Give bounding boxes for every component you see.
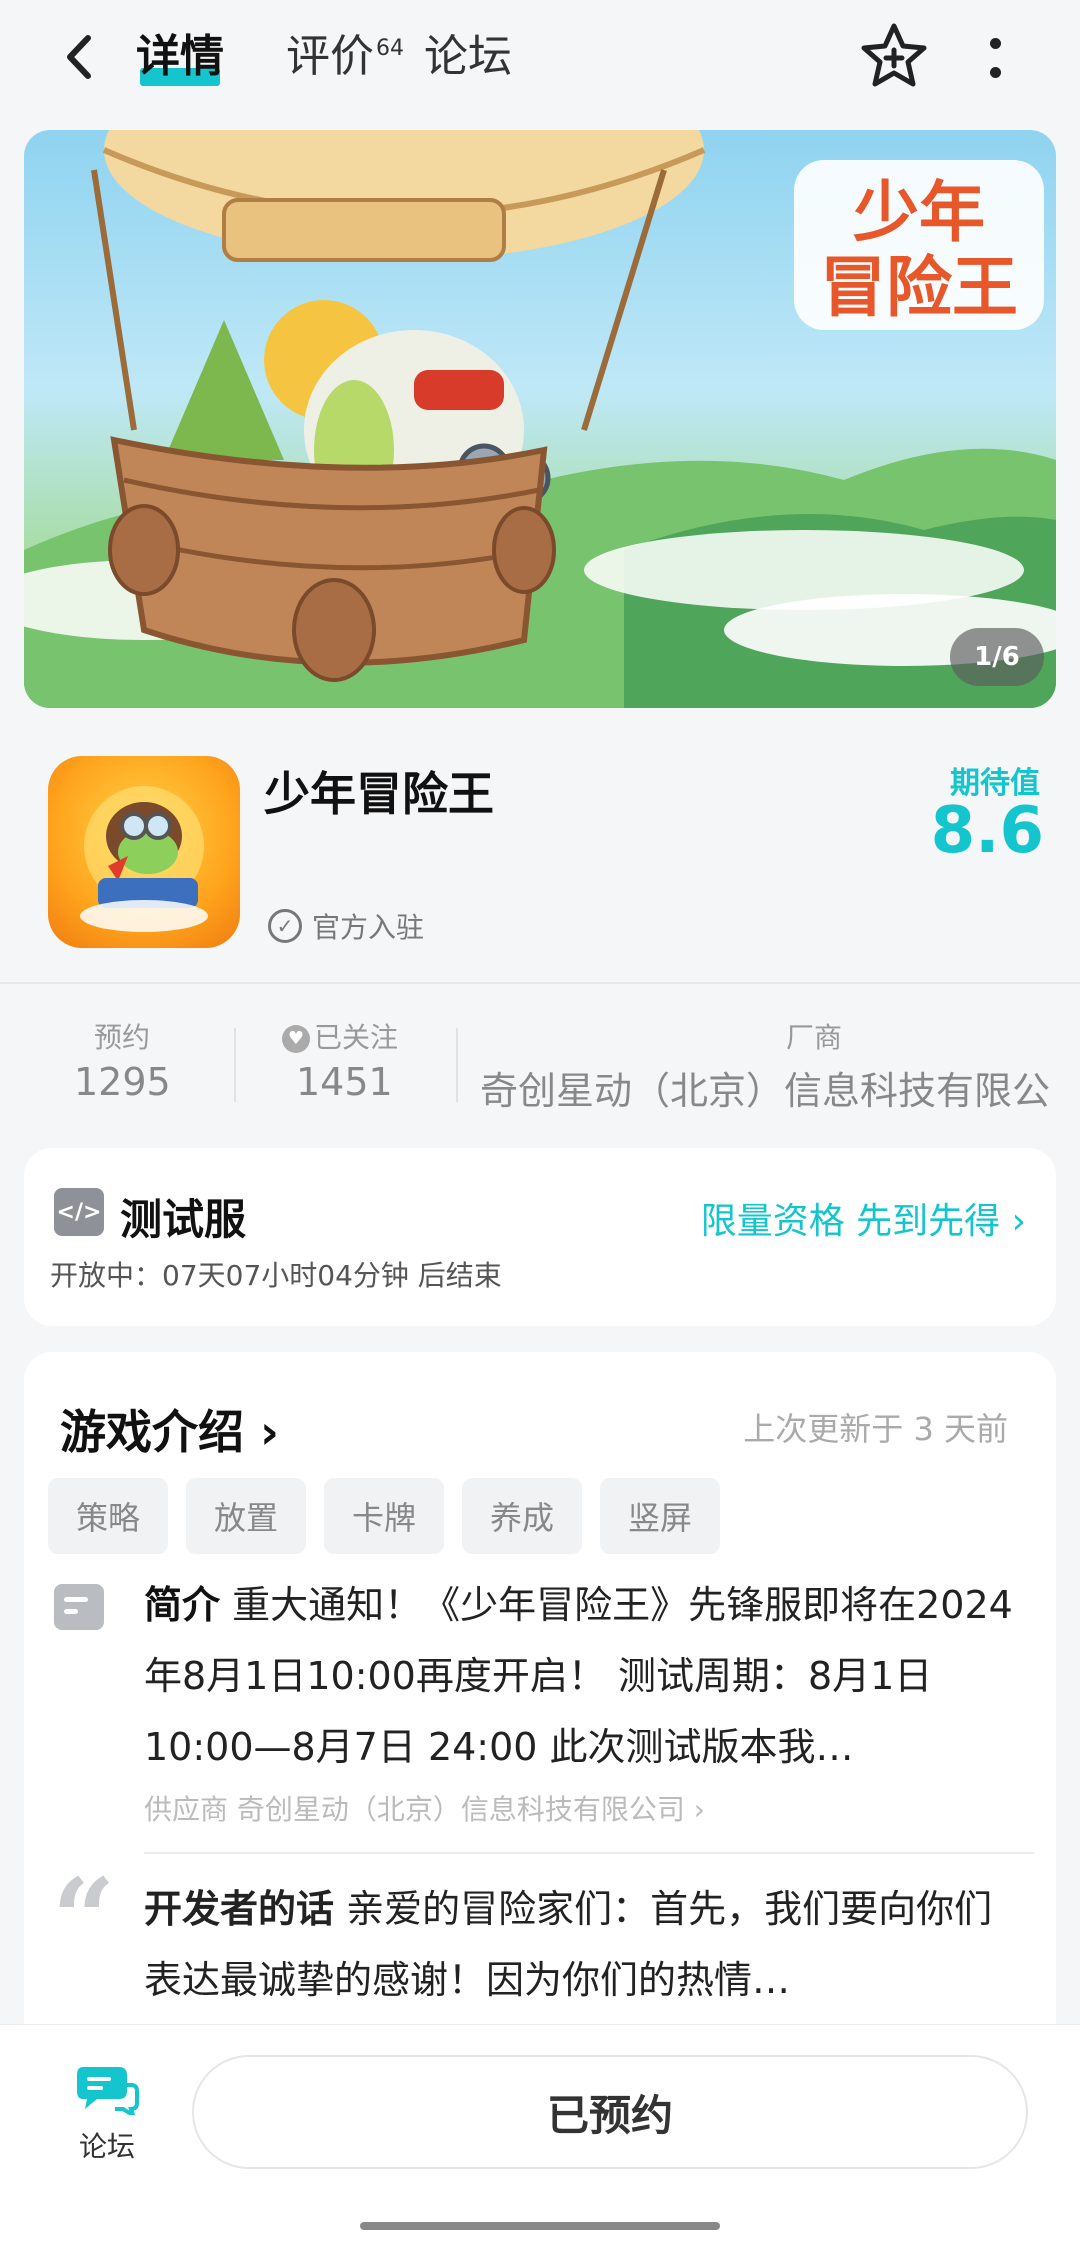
reservations-label: 预约 bbox=[94, 1021, 151, 1054]
screenshot-carousel[interactable]: 少年 冒险王 1/6 bbox=[24, 130, 1056, 708]
svg-text:少年: 少年 bbox=[853, 174, 985, 251]
bottom-action-bar: 论坛 已预约 bbox=[0, 2024, 1080, 2241]
forum-label: 论坛 bbox=[78, 2130, 135, 2163]
limited-qualification-link[interactable]: 限量资格 先到先得 › bbox=[701, 1192, 1026, 1244]
more-dot-icon bbox=[989, 38, 1001, 49]
followers-count: 1451 bbox=[296, 1060, 393, 1104]
expectation-score: 8.6 bbox=[930, 794, 1044, 868]
test-server-countdown: 开放中：07天07小时04分钟 后结束 bbox=[50, 1259, 502, 1292]
brief-description[interactable]: 简介 重大通知！《少年冒险王》先锋服即将在2024年8月1日10:00再度开启！… bbox=[144, 1570, 1024, 1783]
divider bbox=[0, 982, 1080, 984]
code-icon: </> bbox=[54, 1188, 104, 1236]
tab-details-label: 详情 bbox=[136, 31, 224, 82]
review-count-badge: 64 bbox=[376, 36, 404, 61]
divider bbox=[144, 1852, 1034, 1854]
back-arrow-icon bbox=[67, 35, 91, 79]
heart-check-icon: ♥ bbox=[282, 1025, 310, 1053]
tag-strategy[interactable]: 策略 bbox=[48, 1478, 168, 1554]
followers-label: ♥ 已关注 bbox=[282, 1016, 398, 1056]
tag-portrait[interactable]: 竖屏 bbox=[600, 1478, 720, 1554]
tab-reviews[interactable]: 评价 64 bbox=[286, 24, 404, 90]
home-indicator bbox=[360, 2222, 720, 2230]
tag-raising[interactable]: 养成 bbox=[462, 1478, 582, 1554]
developer-name[interactable]: 奇创星动（北京）信息科技有限公 bbox=[480, 1060, 1080, 1115]
top-bar: 详情 评价 64 论坛 bbox=[0, 0, 1080, 120]
developer-words[interactable]: 开发者的话 亲爱的冒险家们：首先，我们要向你们表达最诚挚的感谢！因为你们的热情… bbox=[144, 1874, 1024, 2016]
forum-button[interactable]: 论坛 bbox=[62, 2061, 152, 2171]
app-icon bbox=[48, 756, 240, 948]
brief-content: 重大通知！《少年冒险王》先锋服即将在2024年8月1日10:00再度开启！ 测试… bbox=[144, 1583, 1013, 1769]
check-circle-icon: ✓ bbox=[268, 909, 302, 943]
tab-forum[interactable]: 论坛 bbox=[424, 24, 512, 90]
carousel-page-indicator: 1/6 bbox=[950, 628, 1044, 686]
supplier-link[interactable]: 供应商 奇创星动（北京）信息科技有限公司 › bbox=[144, 1788, 705, 1828]
tab-details[interactable]: 详情 bbox=[136, 24, 224, 90]
tag-idle[interactable]: 放置 bbox=[186, 1478, 306, 1554]
star-plus-icon bbox=[861, 23, 927, 87]
game-intro-title[interactable]: 游戏介绍 › bbox=[60, 1396, 279, 1462]
game-artwork-image: 少年 冒险王 bbox=[24, 130, 1056, 708]
official-badge: ✓ 官方入驻 bbox=[268, 906, 424, 946]
quote-icon: “ bbox=[52, 1854, 116, 1983]
favorite-button[interactable] bbox=[858, 20, 930, 92]
divider bbox=[234, 1028, 236, 1102]
reserved-button[interactable]: 已预约 bbox=[192, 2055, 1028, 2169]
stats-row: 预约 1295 ♥ 已关注 1451 厂商 奇创星动（北京）信息科技有限公 bbox=[0, 1000, 1080, 1120]
official-label: 官方入驻 bbox=[312, 911, 425, 944]
svg-text:冒险王: 冒险王 bbox=[820, 249, 1018, 326]
developer-label: 厂商 bbox=[786, 1021, 843, 1054]
game-intro-card: 游戏介绍 › 上次更新于 3 天前 策略 放置 卡牌 养成 竖屏 简介 重大通知… bbox=[24, 1352, 1056, 2072]
brief-label: 简介 bbox=[144, 1583, 221, 1627]
last-updated: 上次更新于 3 天前 bbox=[743, 1410, 1008, 1448]
tag-list: 策略 放置 卡牌 养成 竖屏 bbox=[48, 1478, 720, 1554]
game-logo: 少年 冒险王 bbox=[794, 160, 1044, 330]
test-server-title: 测试服 bbox=[120, 1195, 247, 1244]
more-options-button[interactable] bbox=[970, 28, 1020, 88]
divider bbox=[456, 1028, 458, 1102]
tag-card[interactable]: 卡牌 bbox=[324, 1478, 444, 1554]
reservations-count: 1295 bbox=[74, 1060, 171, 1104]
app-name: 少年冒险王 bbox=[264, 767, 494, 821]
tab-forum-label: 论坛 bbox=[424, 31, 512, 82]
tab-reviews-label: 评价 bbox=[286, 31, 374, 82]
more-dot-icon bbox=[989, 67, 1001, 78]
back-button[interactable] bbox=[50, 22, 110, 92]
document-icon bbox=[54, 1584, 104, 1630]
test-server-card[interactable]: </> 测试服 限量资格 先到先得 › 开放中：07天07小时04分钟 后结束 bbox=[24, 1148, 1056, 1326]
chat-bubble-icon bbox=[75, 2061, 139, 2120]
developer-words-label: 开发者的话 bbox=[144, 1887, 335, 1931]
